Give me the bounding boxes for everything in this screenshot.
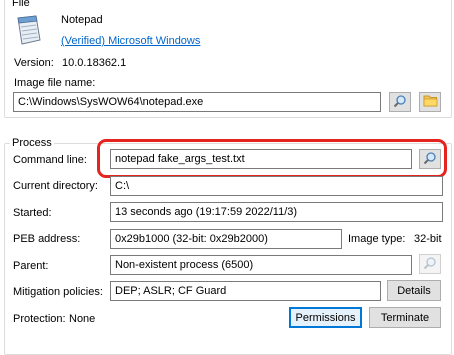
peb-address-label: PEB address: <box>13 233 81 245</box>
file-group-label: File <box>10 0 32 9</box>
process-group-label: Process <box>10 137 54 149</box>
version-value: 10.0.18362.1 <box>62 57 127 69</box>
image-file-field[interactable]: C:\Windows\SysWOW64\notepad.exe <box>13 92 381 112</box>
details-button[interactable]: Details <box>387 280 441 301</box>
image-type-label: Image type: <box>348 233 406 245</box>
current-directory-label: Current directory: <box>13 180 98 192</box>
magnifier-icon <box>393 94 407 111</box>
terminate-button[interactable]: Terminate <box>369 307 441 328</box>
parent-label: Parent: <box>13 260 49 272</box>
parent-search-button[interactable] <box>419 254 441 274</box>
version-label: Version: <box>14 57 54 69</box>
image-file-open-folder-button[interactable] <box>419 92 441 112</box>
notepad-icon <box>14 14 42 46</box>
command-line-label: Command line: <box>13 154 87 166</box>
started-field[interactable]: 13 seconds ago (19:17:59 2022/11/3) <box>110 202 443 222</box>
verified-signer-link[interactable]: (Verified) Microsoft Windows <box>61 34 200 48</box>
image-file-label: Image file name: <box>14 77 96 89</box>
protection-value: None <box>69 313 96 325</box>
image-file-search-button[interactable] <box>389 92 411 112</box>
peb-address-field[interactable]: 0x29b1000 (32-bit: 0x29b2000) <box>110 229 342 249</box>
mitigation-policies-label: Mitigation policies: <box>13 286 103 298</box>
folder-icon <box>423 94 438 110</box>
current-directory-field[interactable]: C:\ <box>110 176 443 196</box>
mitigation-policies-field[interactable]: DEP; ASLR; CF Guard <box>110 281 381 301</box>
app-name: Notepad <box>61 14 103 26</box>
image-type-value: 32-bit <box>414 233 442 245</box>
permissions-button[interactable]: Permissions <box>289 307 362 328</box>
magnifier-icon <box>423 256 437 273</box>
command-line-highlight <box>97 139 447 178</box>
started-label: Started: <box>13 207 52 219</box>
protection-label: Protection: <box>13 313 66 325</box>
parent-field[interactable]: Non-existent process (6500) <box>110 255 412 275</box>
